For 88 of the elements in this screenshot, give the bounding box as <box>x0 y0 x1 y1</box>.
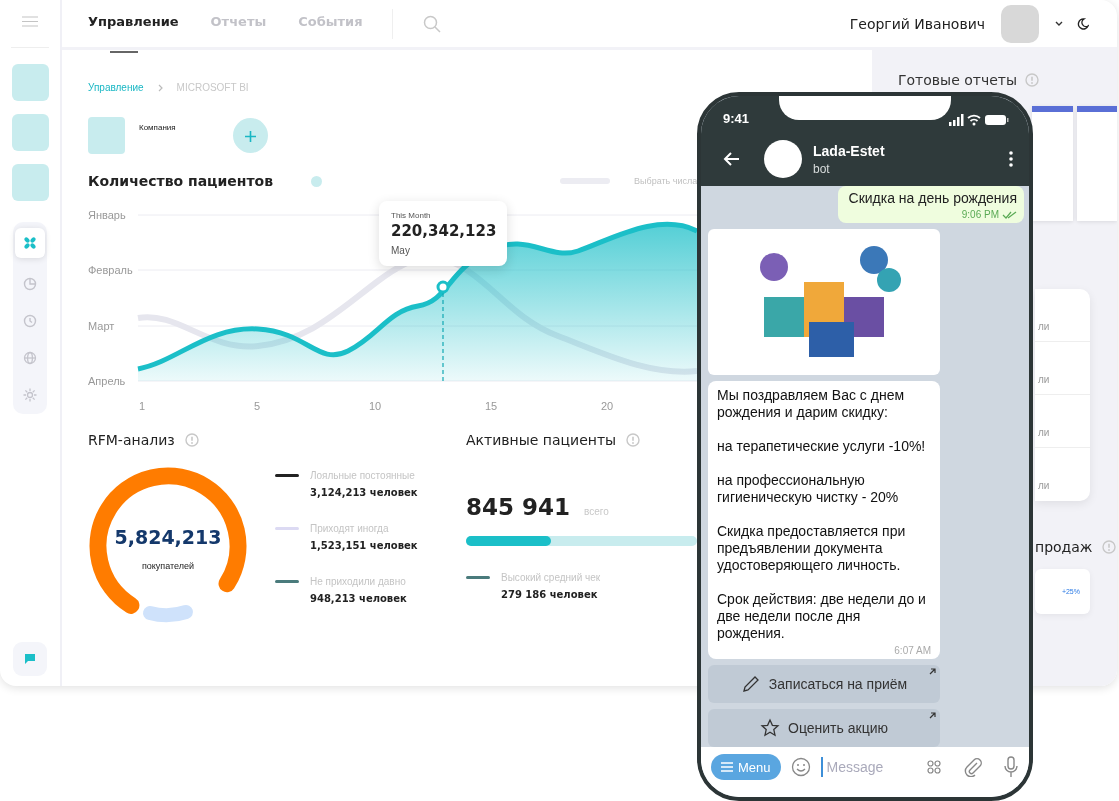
add-button[interactable] <box>233 118 268 153</box>
chevron-down-icon[interactable] <box>1055 21 1063 26</box>
tooltip-value: 220,342,123 <box>391 222 495 241</box>
user-name: Георгий Иванович <box>849 15 985 32</box>
info-icon <box>184 433 199 447</box>
legend-value: 3,124,213 человек <box>310 487 418 498</box>
outgoing-message: Скидка на день рождения 9:06 PM <box>837 186 1024 223</box>
info-icon <box>1025 73 1039 87</box>
status-icons <box>949 114 1009 126</box>
info-icon <box>1102 540 1117 554</box>
plus-icon <box>245 131 256 142</box>
search-icon[interactable] <box>423 14 442 33</box>
chat-icon <box>24 653 36 665</box>
info-dot <box>311 175 323 187</box>
pie-icon <box>22 276 38 292</box>
toggle-label: Выбрать числа <box>634 176 698 186</box>
user-avatar[interactable] <box>1001 4 1039 43</box>
axis-label: 5 <box>254 400 261 412</box>
grid-icon[interactable] <box>927 760 941 775</box>
section-title: RFM-анализ <box>88 432 175 448</box>
sun-icon <box>22 387 38 403</box>
list-item-text[interactable]: ли <box>1038 374 1050 385</box>
axis-label: Январь <box>88 209 126 221</box>
moon-icon[interactable] <box>1077 17 1089 30</box>
star-icon <box>760 718 781 738</box>
shortcut-tile[interactable] <box>11 164 49 201</box>
nav-button[interactable] <box>15 228 45 258</box>
globe-icon <box>22 350 38 366</box>
company-label: Компания <box>139 123 177 132</box>
menu-button[interactable]: Menu <box>711 754 781 781</box>
arrow-up-right-icon <box>929 712 936 719</box>
menu-icon[interactable] <box>22 16 38 27</box>
chat-avatar[interactable] <box>764 140 802 178</box>
section-title: Готовые отчеты <box>898 72 1017 88</box>
chat-name: Lada-Estet <box>813 142 886 159</box>
chat-button[interactable] <box>13 642 47 676</box>
clock-icon <box>22 313 38 329</box>
breadcrumb-link[interactable]: Управление <box>88 82 144 93</box>
total-value: 845 941 <box>466 494 571 520</box>
chat-subtitle: bot <box>813 161 831 176</box>
bot-button[interactable]: Записаться на приём <box>708 665 940 703</box>
axis-label: Апрель <box>88 375 126 387</box>
company-logo <box>88 117 125 154</box>
emoji-icon[interactable] <box>790 757 811 778</box>
report-thumbnail[interactable] <box>1076 106 1117 221</box>
bot-button[interactable]: Оценить акцию <box>708 709 940 747</box>
pencil-icon <box>740 674 761 694</box>
donut-total: 5,824,213 <box>113 526 223 548</box>
nav-tab[interactable]: События <box>298 0 363 49</box>
menu-icon <box>721 762 733 773</box>
list-item-text[interactable]: ли <box>1038 321 1050 332</box>
legend-value: 1,523,151 человек <box>310 540 418 551</box>
legend-value: 948,213 человек <box>310 593 408 604</box>
donut-caption: покупателей <box>140 561 196 571</box>
axis-label: 20 <box>601 400 614 412</box>
axis-label: Март <box>88 320 115 332</box>
section-title: Активные пациенты <box>466 432 617 448</box>
message-time: 6:07 AM <box>894 645 931 656</box>
tooltip-period: May <box>391 244 411 256</box>
message-time: 9:06 PM <box>961 209 999 220</box>
section-title: продаж <box>1035 539 1093 555</box>
fan-icon <box>22 235 38 251</box>
back-button[interactable] <box>723 152 740 166</box>
chart-point[interactable] <box>436 280 450 294</box>
chevron-right-icon <box>157 83 163 92</box>
shortcut-tile[interactable] <box>11 64 49 101</box>
back-arrow-icon <box>723 152 740 166</box>
paperclip-icon[interactable] <box>963 757 983 778</box>
more-button[interactable] <box>1009 151 1013 167</box>
info-icon <box>626 433 641 447</box>
legend-label: Приходят иногда <box>310 523 390 534</box>
axis-label: 1 <box>139 400 146 412</box>
tooltip-caption: This Month <box>391 211 432 220</box>
status-time: 9:41 <box>723 111 750 126</box>
shortcut-tile[interactable] <box>11 114 49 151</box>
list-item-text[interactable]: ли <box>1038 480 1050 491</box>
chart-title: Количество пациентов <box>88 173 274 189</box>
report-thumbnail[interactable] <box>1032 106 1073 221</box>
incoming-message: Мы поздравляем Вас с днем рождения и дарим скидку: на терапетические услуги -10%! на профессиональную гигиеническую чистку - 20% Скидка предоставляется при предъявлении документа удостоверяющего личность. Срок действия: две недели до и две недели после дня рождения. 6:07 AM <box>708 381 940 659</box>
list-item-text[interactable]: ли <box>1038 427 1050 438</box>
nav-tab[interactable]: Отчеты <box>210 0 267 49</box>
axis-label: 15 <box>485 400 498 412</box>
legend-label: Не приходили давно <box>310 576 407 587</box>
axis-label: 10 <box>369 400 382 412</box>
more-icon <box>1009 151 1013 167</box>
arrow-up-right-icon <box>929 668 936 675</box>
microphone-icon[interactable] <box>1003 756 1019 779</box>
axis-label: Февраль <box>88 264 133 276</box>
